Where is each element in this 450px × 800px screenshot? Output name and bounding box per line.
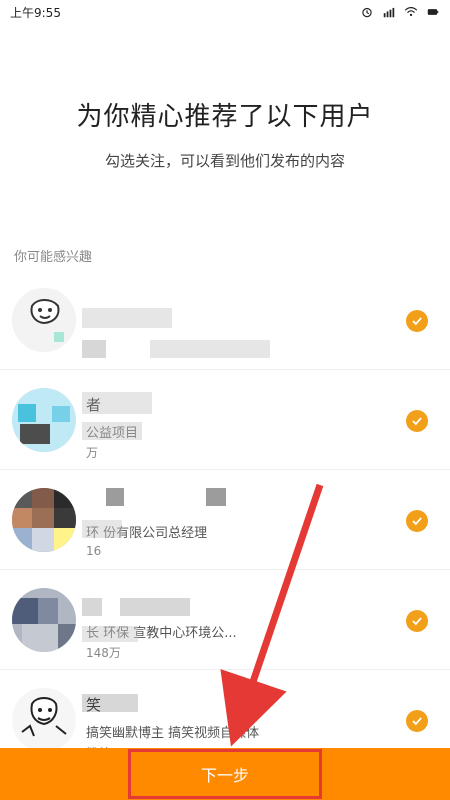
privacy-mosaic — [82, 308, 172, 328]
follow-check-toggle[interactable] — [406, 510, 428, 532]
user-row[interactable]: 长 环保 宣教中心环境公... 148万 — [0, 570, 450, 670]
avatar-image — [12, 488, 76, 552]
privacy-mosaic — [82, 626, 138, 642]
user-desc: 搞笑幽默博主 搞笑视频自媒体 — [86, 726, 260, 741]
status-bar: 上午9:55 — [0, 0, 450, 24]
check-icon — [412, 517, 422, 526]
privacy-mosaic — [82, 598, 102, 616]
avatar-image — [12, 688, 76, 752]
avatar — [12, 388, 76, 452]
avatar-image — [12, 288, 76, 352]
privacy-mosaic — [82, 694, 138, 712]
user-row[interactable] — [0, 270, 450, 370]
section-label: 你可能感兴趣 — [14, 250, 93, 265]
check-icon — [412, 617, 422, 626]
privacy-mosaic — [150, 340, 270, 358]
user-fans: 16 — [86, 544, 102, 558]
follow-check-toggle[interactable] — [406, 710, 428, 732]
avatar — [12, 288, 76, 352]
avatar — [12, 488, 76, 552]
check-icon — [412, 417, 422, 426]
privacy-mosaic — [82, 422, 142, 440]
status-time: 上午9:55 — [10, 5, 61, 20]
signal-icon — [383, 7, 395, 18]
user-row[interactable]: 者 公益项目 万 — [0, 370, 450, 470]
next-step-button[interactable]: 下一步 — [127, 749, 322, 799]
check-icon — [412, 317, 422, 326]
user-fans: 148万 — [86, 646, 121, 660]
privacy-mosaic — [82, 340, 106, 358]
bottom-bar: 下一步 — [0, 748, 450, 800]
status-icons — [360, 5, 440, 19]
privacy-mosaic — [206, 488, 226, 506]
page-subtitle: 勾选关注，可以看到他们发布的内容 — [104, 152, 345, 170]
next-step-label: 下一步 — [200, 766, 249, 785]
wifi-icon — [404, 7, 418, 17]
privacy-mosaic — [82, 520, 122, 538]
avatar — [12, 588, 76, 652]
privacy-mosaic — [106, 488, 124, 506]
avatar-image — [12, 588, 76, 652]
follow-check-toggle[interactable] — [406, 610, 428, 632]
avatar — [12, 688, 76, 752]
check-icon — [412, 717, 422, 726]
follow-check-toggle[interactable] — [406, 310, 428, 332]
privacy-mosaic — [120, 598, 190, 616]
user-row[interactable]: 环 份有限公司总经理 16 — [0, 470, 450, 570]
user-fans: 万 — [86, 446, 99, 460]
privacy-mosaic — [82, 392, 152, 414]
page-title: 为你精心推荐了以下用户 — [76, 102, 374, 132]
avatar-image — [12, 388, 76, 452]
alarm-icon — [362, 7, 372, 18]
follow-check-toggle[interactable] — [406, 410, 428, 432]
battery-icon — [427, 9, 439, 15]
